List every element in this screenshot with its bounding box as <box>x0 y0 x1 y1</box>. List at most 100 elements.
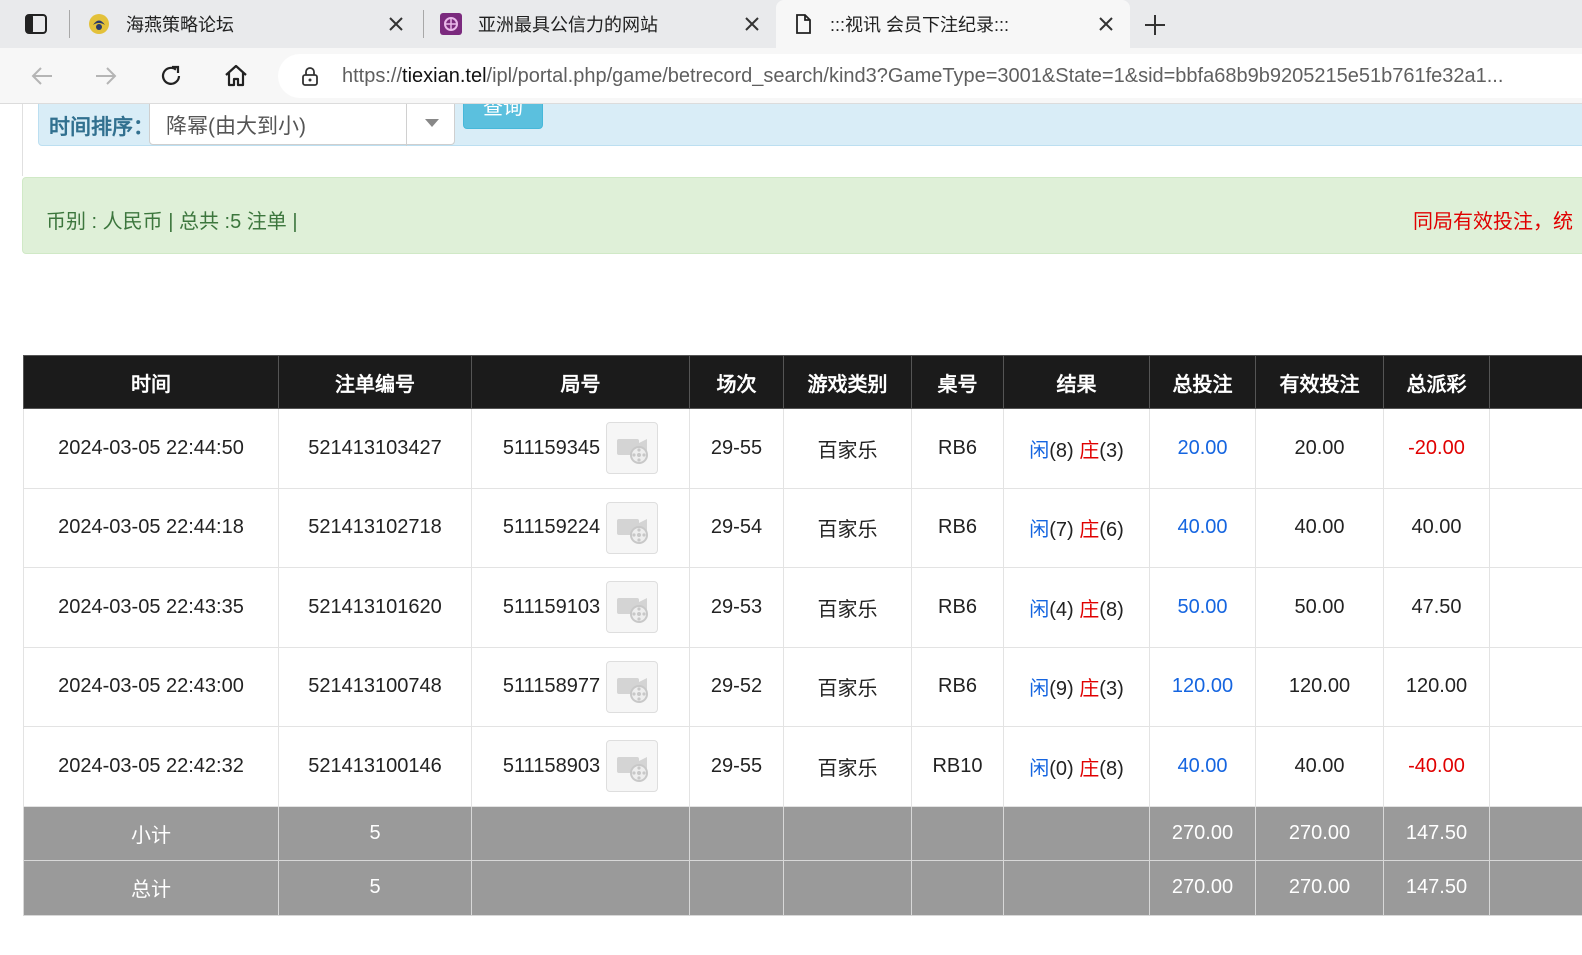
empty-cell <box>911 805 1004 861</box>
table-row: 2024-03-05 22:43:35 521413101620 511159103… <box>23 567 1582 648</box>
close-tab-icon[interactable] <box>386 14 406 34</box>
bet-id: 521413103427 <box>278 408 472 489</box>
result-banker-label: 庄 <box>1079 757 1100 780</box>
col-header-bet-id[interactable]: 注单编号 <box>278 355 472 409</box>
shoe-number: 29-52 <box>689 646 784 727</box>
summary-text: 币别 : 人民币 | 总共 :5 注单 | <box>46 211 298 233</box>
video-replay-icon[interactable] <box>606 501 659 554</box>
subtotal-total-bet: 270.00 <box>1149 805 1256 861</box>
bet-time: 2024-03-05 22:43:00 <box>23 646 279 727</box>
shoe-number: 29-55 <box>689 408 784 489</box>
round-number: 511159224 <box>502 516 601 539</box>
tab-title: :::视讯 会员下注纪录::: <box>830 15 1010 35</box>
subtotal-row: 小计 5 270.00 270.00 147.50 <box>23 805 1582 861</box>
total-bet: 50.00 <box>1149 567 1256 648</box>
table-number: RB6 <box>911 567 1004 648</box>
col-header-round[interactable]: 局号 <box>471 355 690 409</box>
empty-cell <box>783 805 912 861</box>
video-replay-icon[interactable] <box>606 422 659 475</box>
result-player-score: (4) <box>1049 598 1074 621</box>
address-bar[interactable]: https://tiexian.tel/ipl/portal.php/game/… <box>278 54 1582 98</box>
video-replay-icon[interactable] <box>606 660 659 713</box>
result-banker-score: (8) <box>1099 757 1124 780</box>
subtotal-valid-bet: 270.00 <box>1255 805 1384 861</box>
tab-title: 亚洲最具公信力的网站 <box>478 15 658 35</box>
empty-cell <box>1489 646 1582 727</box>
chevron-down-icon[interactable] <box>425 119 439 127</box>
grand-total-row: 总计 5 270.00 270.00 147.50 <box>23 859 1582 916</box>
valid-bet: 40.00 <box>1255 487 1384 568</box>
video-replay-icon[interactable] <box>606 581 659 634</box>
tab-title: 海燕策略论坛 <box>126 15 234 35</box>
valid-bet: 50.00 <box>1255 567 1384 648</box>
total-bet: 120.00 <box>1149 646 1256 727</box>
payout: 120.00 <box>1383 646 1490 727</box>
new-tab-plus-icon[interactable] <box>1142 12 1168 38</box>
game-type: 百家乐 <box>783 408 912 489</box>
result-player-label: 闲 <box>1029 598 1050 621</box>
col-header-game-type[interactable]: 游戏类别 <box>783 355 912 409</box>
shoe-number: 29-53 <box>689 567 784 648</box>
tab-bet-records[interactable]: :::视讯 会员下注纪录::: <box>776 0 1130 48</box>
url-text[interactable]: https://tiexian.tel/ipl/portal.php/game/… <box>342 65 1572 88</box>
tab-haiyan-forum[interactable]: 海燕策略论坛 <box>72 0 420 48</box>
refresh-icon[interactable] <box>157 62 185 90</box>
total-total-bet: 270.00 <box>1149 859 1256 916</box>
game-type: 百家乐 <box>783 487 912 568</box>
tab-asia-site[interactable]: 亚洲最具公信力的网站 <box>424 0 776 48</box>
empty-cell <box>471 805 690 861</box>
empty-cell <box>689 859 784 916</box>
lock-icon[interactable] <box>300 66 320 86</box>
total-bet: 40.00 <box>1149 726 1256 807</box>
result-banker-label: 庄 <box>1079 598 1100 621</box>
col-header-valid-bet[interactable]: 有效投注 <box>1255 355 1384 409</box>
search-panel: 时间排序： 降幂(由大到小) 查询 <box>38 104 1582 146</box>
col-header-table[interactable]: 桌号 <box>911 355 1004 409</box>
close-tab-icon[interactable] <box>1096 14 1116 34</box>
forward-arrow-icon[interactable] <box>92 62 120 90</box>
payout: -20.00 <box>1383 408 1490 489</box>
shoe-number: 29-54 <box>689 487 784 568</box>
empty-cell <box>1489 726 1582 807</box>
result-player-label: 闲 <box>1029 519 1050 542</box>
shoe-number: 29-55 <box>689 726 784 807</box>
empty-cell <box>1489 408 1582 489</box>
back-arrow-icon[interactable] <box>28 62 56 90</box>
total-bet: 20.00 <box>1149 408 1256 489</box>
bet-id: 521413102718 <box>278 487 472 568</box>
video-replay-icon[interactable] <box>606 740 659 793</box>
col-header-time[interactable]: 时间 <box>23 355 279 409</box>
round-cell: 511158903 <box>471 726 690 807</box>
sort-order-select[interactable]: 降幂(由大到小) <box>149 104 455 146</box>
empty-cell <box>1489 859 1582 916</box>
valid-bet: 20.00 <box>1255 408 1384 489</box>
round-cell: 511159103 <box>471 567 690 648</box>
query-button[interactable]: 查询 <box>463 104 543 129</box>
result-player-score: (0) <box>1049 757 1074 780</box>
payout: -40.00 <box>1383 726 1490 807</box>
result-banker-score: (6) <box>1099 519 1124 542</box>
tab-actions-icon[interactable] <box>14 10 58 38</box>
round-cell: 511159224 <box>471 487 690 568</box>
empty-cell <box>1003 805 1150 861</box>
notice-text: 同局有效投注，统 <box>1413 211 1573 233</box>
col-header-result[interactable]: 结果 <box>1003 355 1150 409</box>
home-icon[interactable] <box>222 62 250 90</box>
total-bet: 40.00 <box>1149 487 1256 568</box>
result-cell: 闲(7) 庄(6) <box>1003 487 1150 568</box>
bet-id: 521413100146 <box>278 726 472 807</box>
payout: 47.50 <box>1383 567 1490 648</box>
result-banker-label: 庄 <box>1079 678 1100 701</box>
select-divider <box>406 104 407 146</box>
col-header-payout[interactable]: 总派彩 <box>1383 355 1490 409</box>
page-favicon-icon <box>792 13 814 35</box>
empty-cell <box>471 859 690 916</box>
game-type: 百家乐 <box>783 646 912 727</box>
round-number: 511158977 <box>502 675 601 698</box>
col-header-shoe[interactable]: 场次 <box>689 355 784 409</box>
close-tab-icon[interactable] <box>742 14 762 34</box>
result-cell: 闲(0) 庄(8) <box>1003 726 1150 807</box>
result-banker-label: 庄 <box>1079 519 1100 542</box>
table-row: 2024-03-05 22:42:32 521413100146 511158903… <box>23 726 1582 807</box>
col-header-total-bet[interactable]: 总投注 <box>1149 355 1256 409</box>
